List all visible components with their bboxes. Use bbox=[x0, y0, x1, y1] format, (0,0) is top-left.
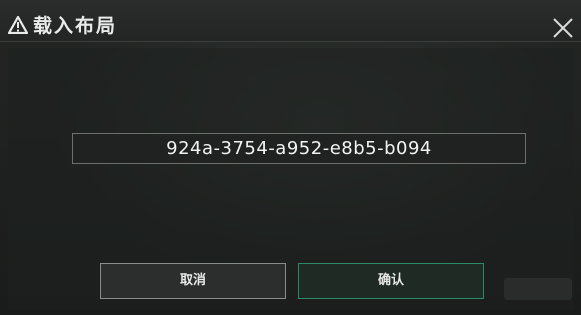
cancel-button[interactable]: 取消 bbox=[100, 263, 286, 299]
dialog-titlebar: 载入布局 bbox=[0, 0, 581, 42]
close-icon[interactable] bbox=[552, 17, 574, 39]
dialog-body bbox=[8, 48, 574, 310]
layout-code-field[interactable]: 924a-3754-a952-e8b5-b094 bbox=[72, 133, 526, 164]
dialog-title: 载入布局 bbox=[33, 15, 118, 37]
warning-triangle-icon bbox=[8, 16, 28, 34]
watermark-blur bbox=[504, 278, 572, 300]
confirm-button[interactable]: 确认 bbox=[298, 263, 484, 299]
